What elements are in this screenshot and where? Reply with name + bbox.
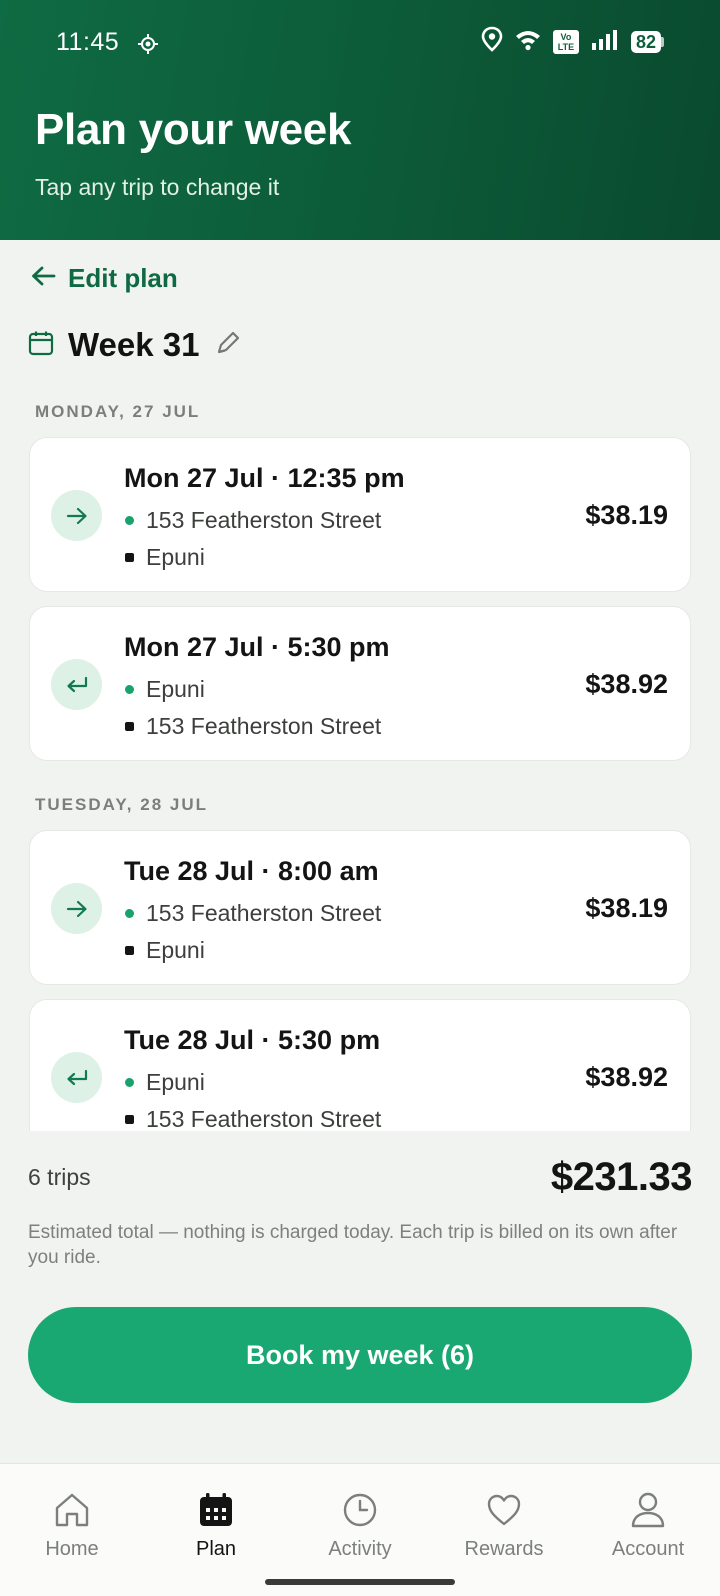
header: 11:45 Vo LTE 82 Plan your week Tap any tr… [0,0,720,240]
battery-icon: 82 [630,31,664,53]
total-price: $231.33 [550,1155,693,1199]
trip-price: $38.92 [585,1062,668,1092]
day-heading: MONDAY, 27 JUL [35,402,201,421]
billing-note: Estimated total — nothing is charged tod… [28,1222,678,1268]
trip-origin-label: Epuni [146,1069,205,1095]
origin-dot-icon [125,909,134,918]
trip-price: $38.19 [585,500,668,530]
book-week-button[interactable]: Book my week (6) [28,1307,692,1403]
origin-dot-icon [125,516,134,525]
return-arrow-icon [51,1052,102,1103]
edit-plan-label: Edit plan [68,263,178,293]
destination-dot-icon [125,722,134,731]
edit-plan-link[interactable]: Edit plan [30,263,178,294]
home-icon [0,1490,144,1530]
battery-level: 82 [630,31,661,53]
home-indicator [265,1579,455,1585]
trip-destination: Epuni [124,937,205,964]
trip-card[interactable]: Tue 28 Jul · 8:00 am 153 Featherston Str… [29,830,691,985]
trip-time: Mon 27 Jul · 5:30 pm [124,632,390,662]
pencil-icon[interactable] [215,330,241,361]
trip-destination: 153 Featherston Street [124,713,381,740]
page-subtitle: Tap any trip to change it [35,174,280,200]
trip-destination-label: 153 Featherston Street [146,1106,382,1131]
nav-label: Activity [328,1538,392,1560]
trip-time: Mon 27 Jul · 12:35 pm [124,463,405,493]
nav-label: Rewards [464,1538,544,1560]
week-label: Week 31 [68,326,200,363]
signal-icon [591,27,619,58]
wifi-icon [515,27,541,58]
calendar-icon [28,330,54,361]
trip-origin: 153 Featherston Street [124,507,381,534]
page-title: Plan your week [35,105,352,154]
location-pin-icon [481,26,503,59]
trip-origin: Epuni [124,1069,205,1096]
summary: 6 trips $231.33 [28,1155,693,1200]
nav-item-activity[interactable]: Activity [288,1490,432,1561]
trip-origin-label: 153 Featherston Street [146,900,382,926]
nav-item-rewards[interactable]: Rewards [432,1490,576,1561]
trip-origin: 153 Featherston Street [124,900,381,927]
trip-time: Tue 28 Jul · 8:00 am [124,856,379,886]
return-arrow-icon [51,659,102,710]
trip-count: 6 trips [28,1164,91,1190]
bottom-nav: Home Plan Activity Rewards Account [0,1463,720,1596]
destination-dot-icon [125,946,134,955]
trip-card[interactable]: Mon 27 Jul · 5:30 pm Epuni 153 Featherst… [29,606,691,761]
trip-card[interactable]: Tue 28 Jul · 5:30 pm Epuni 153 Featherst… [29,999,691,1131]
volte-icon: Vo LTE [552,30,579,54]
trip-card[interactable]: Mon 27 Jul · 12:35 pm 153 Featherston St… [29,437,691,592]
trip-destination-label: Epuni [146,937,205,963]
trip-origin-label: Epuni [146,676,205,702]
destination-dot-icon [125,553,134,562]
trip-price: $38.92 [585,669,668,699]
trip-list[interactable]: MONDAY, 27 JUL Mon 27 Jul · 12:35 pm 153… [0,380,720,1131]
clock-icon [288,1490,432,1530]
nav-item-account[interactable]: Account [576,1490,720,1561]
trip-origin: Epuni [124,676,205,703]
trip-destination-label: Epuni [146,544,205,570]
nav-label: Account [611,1538,685,1560]
trip-destination: Epuni [124,544,205,571]
trip-destination: 153 Featherston Street [124,1106,381,1131]
nav-item-plan[interactable]: Plan [144,1490,288,1561]
trip-time: Tue 28 Jul · 5:30 pm [124,1025,381,1055]
nav-label: Plan [195,1538,237,1560]
trip-destination-label: 153 Featherston Street [146,713,382,739]
trip-origin-label: 153 Featherston Street [146,507,382,533]
day-heading: TUESDAY, 28 JUL [35,795,208,814]
nav-label: Home [45,1538,99,1560]
arrow-left-icon [30,263,56,294]
heart-icon [432,1490,576,1530]
trip-price: $38.19 [585,893,668,923]
origin-dot-icon [125,685,134,694]
nav-item-home[interactable]: Home [0,1490,144,1561]
status-bar: 11:45 Vo LTE 82 [0,0,720,84]
outbound-arrow-icon [51,883,102,934]
origin-dot-icon [125,1078,134,1087]
person-icon [576,1490,720,1530]
status-time: 11:45 [56,27,120,56]
location-active-icon [137,31,159,54]
destination-dot-icon [125,1115,134,1124]
outbound-arrow-icon [51,490,102,541]
week-selector: Week 31 [28,326,241,364]
calendar-icon [144,1490,288,1530]
